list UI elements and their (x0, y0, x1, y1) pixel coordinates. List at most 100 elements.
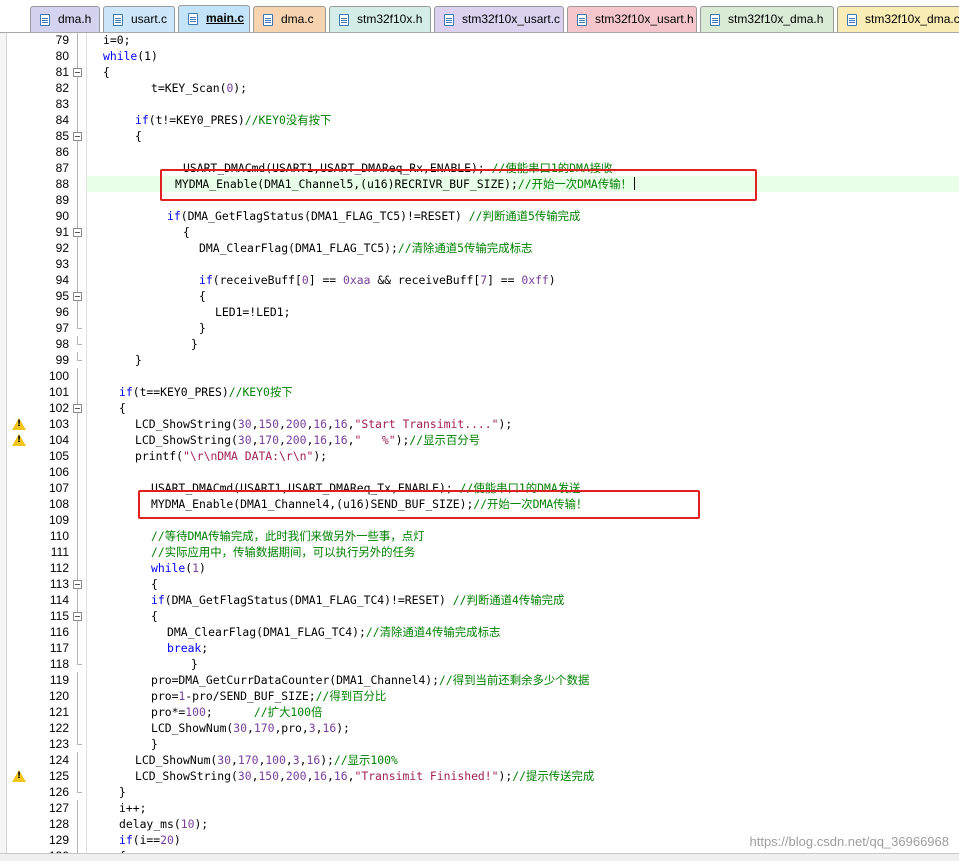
fold-guide (72, 208, 84, 224)
fold-collapse-icon[interactable] (72, 64, 84, 80)
code-token: MYDMA_Enable(DMA1_Channel4,(u16)SEND_BUF… (151, 497, 474, 511)
line-number: 115 (49, 609, 69, 623)
code-line[interactable]: 123} (0, 736, 959, 752)
code-line[interactable]: 118} (0, 656, 959, 672)
code-line[interactable]: 105 printf("\r\nDMA DATA:\r\n"); (0, 448, 959, 464)
code-line[interactable]: 103 LCD_ShowString(30,150,200,16,16,"Star… (0, 416, 959, 432)
code-line[interactable]: 80 while(1) (0, 48, 959, 64)
number-literal: 150 (258, 417, 280, 431)
fold-collapse-icon[interactable] (72, 128, 84, 144)
code-line[interactable]: 106 (0, 464, 959, 480)
code-line[interactable]: 108 MYDMA_Enable(DMA1_Channel4,(u16)SEND_… (0, 496, 959, 512)
code-line[interactable]: 124 LCD_ShowNum(30,170,100,3,16);//显示100% (0, 752, 959, 768)
code-line[interactable]: 119 pro=DMA_GetCurrDataCounter(DMA1_Chann… (0, 672, 959, 688)
code-line[interactable]: 95 { (0, 288, 959, 304)
code-line[interactable]: 117 break; (0, 640, 959, 656)
tab-stm32f10x_usart-h[interactable]: stm32f10x_usart.h (567, 6, 697, 32)
code-line[interactable]: 90 if(DMA_GetFlagStatus(DMA1_FLAG_TC5)!=R… (0, 208, 959, 224)
horizontal-scrollbar[interactable] (0, 853, 959, 861)
tab-dma-h[interactable]: dma.h (30, 6, 100, 32)
number-literal: 1 (192, 561, 200, 575)
code-line[interactable]: 111 //实际应用中，传输数据期间，可以执行另外的任务 (0, 544, 959, 560)
tab-stm32f10x-h[interactable]: stm32f10x.h (329, 6, 431, 32)
code-area: while(1) (87, 560, 959, 576)
tab-stm32f10x_usart-c[interactable]: stm32f10x_usart.c (434, 6, 564, 32)
code-line[interactable]: 85 { (0, 128, 959, 144)
line-number: 102 (48, 401, 69, 415)
code-line[interactable]: 82 t=KEY_Scan(0); (0, 80, 959, 96)
code-line[interactable]: 110 //等待DMA传输完成，此时我们来做另外一些事，点灯 (0, 528, 959, 544)
comment: //等待DMA传输完成，此时我们来做另外一些事，点灯 (151, 529, 425, 543)
fold-collapse-icon[interactable] (72, 400, 84, 416)
code-line[interactable]: 81 { (0, 64, 959, 80)
code-line[interactable]: 79 i=0; (0, 33, 959, 48)
code-text: pro=1-pro/SEND_BUF_SIZE;//得到百分比 (151, 688, 386, 704)
code-line[interactable]: 92 DMA_ClearFlag(DMA1_FLAG_TC5);//清除通道5传输… (0, 240, 959, 256)
fold-collapse-icon[interactable] (72, 576, 84, 592)
code-line[interactable]: 83 (0, 96, 959, 112)
code-line[interactable]: 128 delay_ms(10); (0, 816, 959, 832)
code-editor[interactable]: 79 i=0; 80 while(1) 81{82 t=KEY_Scan(0); 83 84 i… (0, 33, 959, 853)
number-literal: 30 (217, 753, 232, 767)
code-area: //等待DMA传输完成，此时我们来做另外一些事，点灯 (87, 528, 959, 544)
code-line[interactable]: 114 if(DMA_GetFlagStatus(DMA1_FLAG_TC4)!=… (0, 592, 959, 608)
code-line[interactable]: 125 LCD_ShowString(30,150,200,16,16,"Tran… (0, 768, 959, 784)
code-token: } (191, 337, 198, 351)
code-line[interactable]: 89 (0, 192, 959, 208)
text-cursor (633, 177, 635, 190)
code-line[interactable]: 84 if(t!=KEY0_PRES)//KEY0没有按下 (0, 112, 959, 128)
comment: //开始一次DMA传输！ (517, 177, 632, 191)
code-line[interactable]: 87 USART_DMACmd(USART1,USART_DMAReq_Rx,EN… (0, 160, 959, 176)
code-token: { (119, 401, 126, 415)
warning-icon[interactable] (12, 434, 26, 446)
fold-collapse-icon[interactable] (72, 288, 84, 304)
warning-icon[interactable] (12, 770, 26, 782)
code-text: LCD_ShowString(30,170,200,16,16," %");//… (135, 432, 480, 448)
tab-stm32f10x_dma-c[interactable]: stm32f10x_dma.c (837, 6, 959, 32)
code-line[interactable]: 122 LCD_ShowNum(30,170,pro,3,16); (0, 720, 959, 736)
code-line[interactable]: 112 while(1) (0, 560, 959, 576)
fold-guide (72, 272, 84, 288)
code-line[interactable]: 107 USART_DMACmd(USART1,USART_DMAReq_Tx,E… (0, 480, 959, 496)
code-token: LCD_ShowString( (135, 417, 238, 431)
code-line[interactable]: 104LCD_ShowString(30,170,200,16,16," %")… (0, 432, 959, 448)
code-line[interactable]: 91 { (0, 224, 959, 240)
number-literal: 16 (313, 417, 328, 431)
code-line[interactable]: 126} (0, 784, 959, 800)
code-line[interactable]: 94 if(receiveBuff[0] == 0xaa && receiveBu… (0, 272, 959, 288)
code-line[interactable]: 115 { (0, 608, 959, 624)
keyword: while (151, 561, 186, 575)
code-line[interactable]: 116 DMA_ClearFlag(DMA1_FLAG_TC4);//清除通道4传… (0, 624, 959, 640)
warning-icon[interactable] (12, 418, 26, 430)
code-line[interactable]: 100 (0, 368, 959, 384)
code-line[interactable]: 127 i++; (0, 800, 959, 816)
number-literal: 16 (322, 721, 337, 735)
fold-collapse-icon[interactable] (72, 608, 84, 624)
code-line[interactable]: 93 (0, 256, 959, 272)
code-line[interactable]: 109 (0, 512, 959, 528)
number-literal: 16 (313, 433, 328, 447)
tab-main-c[interactable]: main.c (178, 5, 250, 32)
code-line[interactable]: 86 (0, 144, 959, 160)
code-line[interactable]: 102 { (0, 400, 959, 416)
line-number: 114 (49, 593, 69, 607)
line-number: 109 (48, 513, 69, 527)
tab-dma-c[interactable]: dma.c (253, 6, 326, 32)
file-icon (188, 13, 198, 25)
tab-usart-c[interactable]: usart.c (103, 6, 175, 32)
keyword: if (167, 209, 181, 223)
tab-stm32f10x_dma-h[interactable]: stm32f10x_dma.h (700, 6, 834, 32)
code-line[interactable]: 120 pro=1-pro/SEND_BUF_SIZE;//得到百分比 (0, 688, 959, 704)
code-line[interactable]: 88 MYDMA_Enable(DMA1_Channel5,(u16)RECRIV… (0, 176, 959, 192)
code-text: //等待DMA传输完成，此时我们来做另外一些事，点灯 (151, 528, 425, 544)
code-line[interactable]: 99} (0, 352, 959, 368)
number-literal: 170 (258, 433, 280, 447)
number-literal: 100 (265, 753, 286, 767)
code-line[interactable]: 121 pro*=100; //扩大100倍 (0, 704, 959, 720)
code-line[interactable]: 96 LED1=!LED1; (0, 304, 959, 320)
code-line[interactable]: 113 { (0, 576, 959, 592)
code-line[interactable]: 98} (0, 336, 959, 352)
fold-collapse-icon[interactable] (72, 224, 84, 240)
code-line[interactable]: 97} (0, 320, 959, 336)
code-line[interactable]: 101 if(t==KEY0_PRES)//KEY0按下 (0, 384, 959, 400)
